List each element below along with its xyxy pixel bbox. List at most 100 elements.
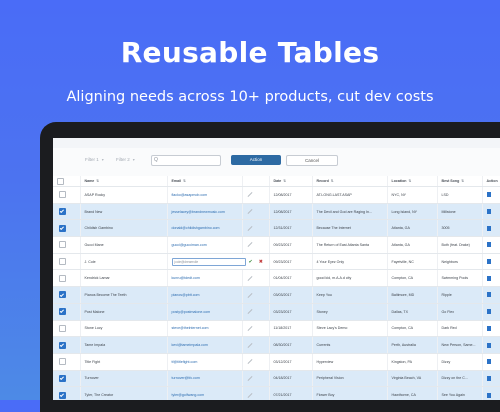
table-row[interactable]: Stone Lucy steve@thelnternet.com 11/18/201… — [53, 320, 500, 338]
row-action-icon[interactable] — [486, 359, 491, 365]
name-cell: Title Fight — [80, 353, 168, 371]
cancel-x-icon[interactable]: ✖ — [259, 259, 263, 265]
row-select-cell[interactable] — [53, 303, 81, 321]
row-action-icon[interactable] — [486, 242, 491, 248]
row-checkbox[interactable] — [59, 324, 66, 332]
action-cell — [482, 219, 500, 238]
row-select-cell[interactable] — [53, 203, 81, 221]
row-select-cell[interactable] — [53, 186, 81, 204]
chevron-down-icon: ▾ — [132, 157, 135, 162]
select-all-checkbox[interactable] — [57, 177, 64, 185]
pencil-icon[interactable] — [247, 242, 252, 248]
row-action-icon[interactable] — [486, 209, 491, 215]
row-select-cell[interactable] — [53, 320, 81, 338]
row-action-icon[interactable] — [486, 225, 491, 231]
pencil-icon[interactable] — [247, 225, 252, 231]
row-action-icon[interactable] — [486, 392, 491, 398]
location-cell: Baltimore, MD — [387, 286, 438, 304]
table-row[interactable]: Gucci Mane gucci@gucciman.com 09/23/2017 Th… — [53, 236, 500, 254]
row-select-cell[interactable] — [53, 286, 81, 304]
email-cell: tyler@golfwang.com — [167, 386, 243, 400]
row-action-icon[interactable] — [486, 259, 491, 265]
table-row[interactable]: ASAP Rocky flacko@asapmob.com 12/08/2017 AT… — [53, 186, 500, 204]
row-checkbox[interactable] — [59, 374, 66, 382]
select-all-cell[interactable] — [53, 176, 81, 187]
column-header-record[interactable]: Record ⇅ — [312, 176, 388, 187]
row-select-cell[interactable] — [53, 370, 81, 388]
row-select-cell[interactable] — [53, 253, 81, 271]
confirm-check-icon[interactable]: ✔ — [249, 259, 253, 265]
table-row[interactable]: J. Cole jcole@dreamvile ✔ ✖ 09/23/2017 4 Your… — [53, 253, 500, 271]
row-checkbox[interactable] — [59, 391, 66, 399]
row-checkbox[interactable] — [59, 341, 66, 349]
row-select-cell[interactable] — [53, 336, 81, 354]
row-action-icon[interactable] — [486, 275, 491, 281]
table-row[interactable]: Pianos Become The Teeth pianos@pbtt.com 03… — [53, 286, 500, 304]
pencil-icon[interactable] — [247, 292, 252, 298]
action-cell — [482, 269, 500, 288]
row-select-cell[interactable] — [53, 219, 81, 238]
location-cell: Long Island, NY — [387, 203, 438, 221]
pencil-icon[interactable] — [247, 392, 252, 398]
table-row[interactable]: Tyler, The Creator tyler@golfwang.com 07/2… — [53, 386, 500, 400]
filter-2-dropdown[interactable]: Filter 2 ▾ — [116, 155, 135, 164]
row-action-icon[interactable] — [486, 192, 491, 198]
row-checkbox[interactable] — [59, 274, 66, 282]
record-cell: Peripheral Vision — [312, 370, 388, 388]
record-cell: The Devil and God are Raging In... — [312, 203, 388, 221]
pencil-icon[interactable] — [247, 275, 252, 281]
row-action-icon[interactable] — [486, 325, 491, 331]
filter-1-dropdown[interactable]: Filter 1 ▾ — [85, 155, 104, 164]
pencil-icon[interactable] — [247, 375, 252, 381]
table-row[interactable]: Brand New jesselacey@brandnewmusic.com 12/… — [53, 203, 500, 221]
table-row[interactable]: Post Malone posty@postmalone.com 03/23/201… — [53, 303, 500, 321]
pencil-icon[interactable] — [247, 325, 252, 331]
pencil-icon[interactable] — [247, 359, 252, 365]
row-checkbox[interactable] — [59, 191, 66, 199]
table-row[interactable]: Kendrick Lamar kunru@tdedt.com 01/04/2017 g… — [53, 269, 500, 288]
column-header-best-song[interactable]: Best Song ⇅ — [437, 176, 483, 187]
row-select-cell[interactable] — [53, 236, 81, 254]
cancel-button[interactable]: Cancel — [286, 155, 338, 166]
row-action-icon[interactable] — [486, 292, 491, 298]
data-table: Name ⇅ Email ⇅ Date ⇅ Record ⇅ Location ⇅ Bes… — [53, 176, 500, 400]
name-cell: Turnover — [80, 370, 168, 388]
row-action-icon[interactable] — [486, 375, 491, 381]
row-checkbox[interactable] — [59, 224, 66, 232]
column-header-email[interactable]: Email ⇅ — [167, 176, 243, 187]
row-checkbox[interactable] — [59, 358, 66, 366]
row-select-cell[interactable] — [53, 269, 81, 288]
name-cell: Tyler, The Creator — [80, 386, 168, 400]
table-row[interactable]: Title Fight tf@titlefight.com 03/12/2017 Hy… — [53, 353, 500, 371]
pencil-icon[interactable] — [247, 309, 252, 315]
column-header-date[interactable]: Date ⇅ — [269, 176, 313, 187]
row-action-icon[interactable] — [486, 309, 491, 315]
pencil-icon[interactable] — [247, 209, 252, 215]
column-header-name[interactable]: Name ⇅ — [80, 176, 168, 187]
row-select-cell[interactable] — [53, 353, 81, 371]
email-cell: pianos@pbtt.com — [167, 286, 243, 304]
date-cell: 01/04/2017 — [269, 269, 313, 288]
row-checkbox[interactable] — [59, 291, 66, 299]
search-input[interactable]: Q — [151, 155, 221, 166]
table-row[interactable]: Childish Gambino donald@childishgambino.c… — [53, 219, 500, 238]
column-label: Location — [391, 179, 407, 183]
row-checkbox[interactable] — [59, 308, 66, 316]
row-action-icon[interactable] — [486, 342, 491, 348]
action-button[interactable]: Action — [231, 155, 281, 165]
row-checkbox[interactable] — [59, 258, 66, 266]
row-checkbox[interactable] — [59, 241, 66, 249]
email-edit-field[interactable]: jcole@dreamvile — [171, 257, 246, 266]
action-cell — [482, 203, 500, 221]
pencil-icon[interactable] — [247, 192, 252, 198]
pencil-icon[interactable] — [247, 342, 252, 348]
row-checkbox[interactable] — [59, 208, 66, 216]
row-select-cell[interactable] — [53, 386, 81, 400]
column-header-location[interactable]: Location ⇅ — [387, 176, 438, 187]
record-cell: Because The Internet — [312, 219, 388, 238]
location-cell: NYC, NY — [387, 186, 438, 204]
edit-cell — [242, 219, 270, 238]
table-row[interactable]: Tame Impala kevi@tameimpala.com 08/30/2017… — [53, 336, 500, 354]
table-row[interactable]: Turnover turnover@tfc.com 04/18/2017 Periph… — [53, 370, 500, 388]
column-label: Date — [273, 179, 282, 183]
